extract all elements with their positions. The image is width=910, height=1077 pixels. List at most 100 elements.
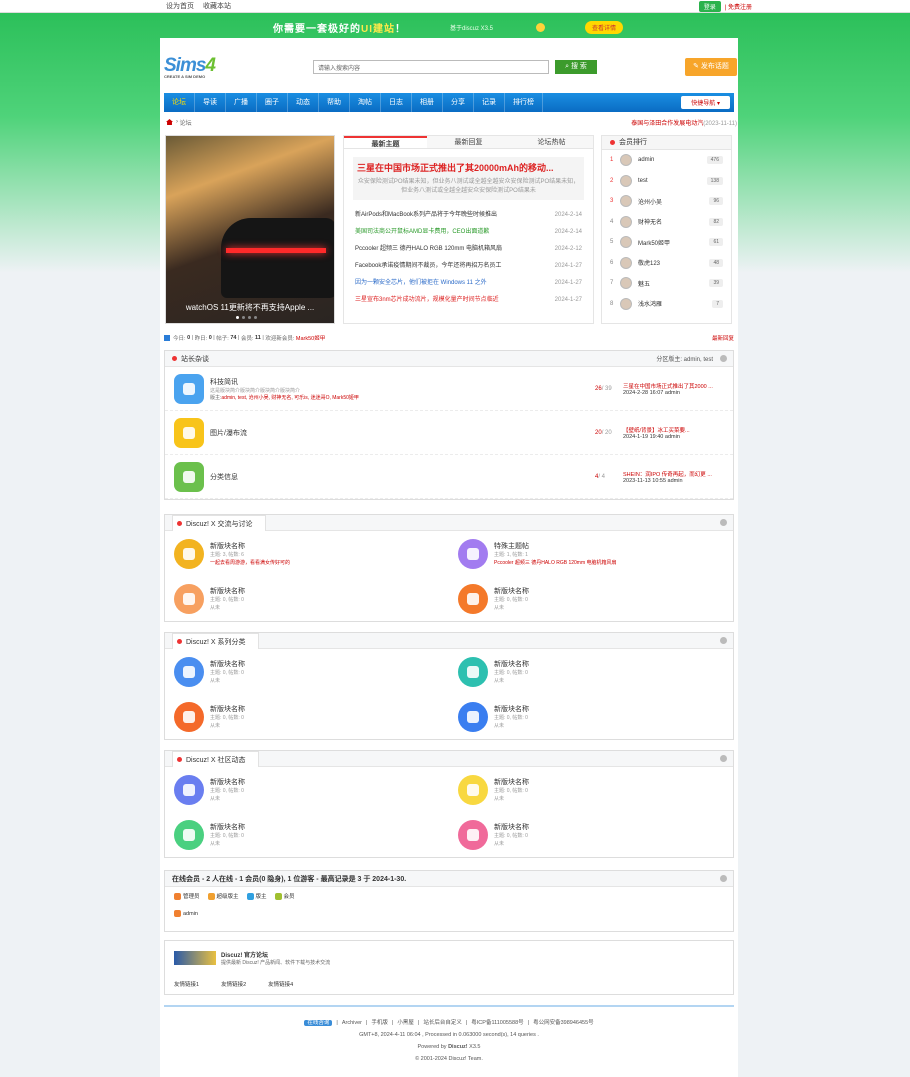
forum-cell[interactable]: 新版块名称 主题: 3, 帖数: 6 一起去看周游游，看看满女传好可的 <box>165 531 449 576</box>
view-details-button[interactable]: 查看详情 <box>585 20 624 34</box>
section-tab[interactable]: Discuz! X 社区动态 <box>172 751 259 767</box>
login-button[interactable]: 登录 <box>698 0 721 12</box>
thread-title[interactable]: 三星宣布3nm芯片成功流片，规模化量产时间节点临近 <box>355 292 499 309</box>
crumb-current[interactable]: 论坛 <box>180 118 192 127</box>
avatar[interactable] <box>620 195 632 208</box>
rank-row[interactable]: 7 魅五 39 <box>602 273 731 294</box>
friend-link[interactable]: 友情链接1 <box>174 980 199 988</box>
friend-link[interactable]: 友情链接2 <box>221 980 246 988</box>
search-input[interactable]: 请输入搜索内容 <box>313 60 549 74</box>
publish-button[interactable]: ✎ 发布话题 <box>685 58 737 76</box>
newest-reply-link[interactable]: 最新回复 <box>712 334 734 342</box>
slide-dot[interactable] <box>242 316 245 319</box>
forum-name[interactable]: 新版块名称 <box>494 822 529 832</box>
forum-cell[interactable]: 新版块名称 主题: 0, 帖数: 0 从未 <box>449 649 733 694</box>
forum-icon[interactable] <box>458 774 488 805</box>
hot-title[interactable]: 三星在中国市场正式推出了其20000mAh的移动... <box>357 161 580 174</box>
forum-cell[interactable]: 新版块名称 主题: 0, 帖数: 0 从未 <box>165 812 449 857</box>
rank-row[interactable]: 4 财神无名 82 <box>602 212 731 233</box>
avatar[interactable] <box>620 277 632 290</box>
footer-link[interactable]: 站长后台自定义 <box>423 1020 462 1026</box>
collapse-icon[interactable] <box>720 755 727 762</box>
rank-row[interactable]: 1 admin 476 <box>602 150 731 171</box>
forum-name[interactable]: 新版块名称 <box>210 822 245 832</box>
forum-cell[interactable]: 特殊主题帖 主题: 1, 帖数: 1 Pccooler 超频三 德丹HALO RGB… <box>449 531 733 576</box>
forum-cell[interactable]: 新版块名称 主题: 0, 帖数: 0 从未 <box>449 576 733 621</box>
forum-last[interactable]: Pccooler 超频三 德丹HALO RGB 120mm 电脑机箱风扇 <box>494 559 617 566</box>
nav-item[interactable]: 论坛 <box>164 93 195 112</box>
nav-item[interactable]: 相册 <box>412 93 443 112</box>
last-post-title[interactable]: SHEIN：润IPO 传奇再起，而幻更 ... <box>623 470 733 478</box>
forum-icon[interactable] <box>174 538 204 569</box>
rank-row[interactable]: 3 沧州小吴 96 <box>602 191 731 212</box>
rank-row[interactable]: 6 敬虎123 48 <box>602 253 731 274</box>
nav-item[interactable]: 记录 <box>474 93 505 112</box>
official-link[interactable]: Discuz! 官方论坛 提供最新 Discuz! 产品新闻、软件下载与技术交流 <box>174 950 724 966</box>
thread-row[interactable]: 三星宣布3nm芯片成功流片，规模化量产时间节点临近 2024-1-27 <box>355 292 582 309</box>
collapse-icon[interactable] <box>720 875 727 882</box>
nav-item[interactable]: 广播 <box>226 93 257 112</box>
thread-title[interactable]: 因为一颗安全芯片，他们被拒在 Windows 11 之外 <box>355 275 487 292</box>
site-logo[interactable]: Sims4 CREATE A SIM DEMO <box>164 55 216 79</box>
last-post-title[interactable]: 三星在中国市场正式推出了其2000 ... <box>623 382 733 390</box>
rank-row[interactable]: 8 浅水鸿雁 7 <box>602 294 731 315</box>
rank-name[interactable]: 沧州小吴 <box>638 197 709 206</box>
slide-dot[interactable] <box>248 316 251 319</box>
footer-link[interactable]: 粤公网安备398946455号 <box>533 1020 594 1026</box>
slide-caption[interactable]: watchOS 11更新将不再支持Apple ... <box>166 302 334 313</box>
forum-cell[interactable]: 新版块名称 主题: 0, 帖数: 0 从未 <box>165 694 449 739</box>
nav-item[interactable]: 导读 <box>195 93 226 112</box>
tab-2[interactable]: 论坛热帖 <box>510 136 593 148</box>
section-title[interactable]: 站长杂谈 <box>181 354 209 364</box>
quick-nav-button[interactable]: 快捷导航 ▾ <box>681 96 730 109</box>
avatar[interactable] <box>620 154 632 167</box>
thread-row[interactable]: 美国司法商公开鼠标AMD显卡费用，CEO出面道歉 2024-2-14 <box>355 224 582 241</box>
forum-icon[interactable] <box>458 819 488 850</box>
forum-icon[interactable] <box>458 656 488 687</box>
avatar[interactable] <box>620 236 632 249</box>
nav-item[interactable]: 分享 <box>443 93 474 112</box>
avatar[interactable] <box>620 174 632 187</box>
footer-link[interactable]: 小黑屋 <box>397 1020 414 1026</box>
rank-name[interactable]: 财神无名 <box>638 217 709 226</box>
forum-icon[interactable] <box>174 461 204 492</box>
nav-item[interactable]: 动态 <box>288 93 319 112</box>
powered-by-brand[interactable]: Discuz! <box>448 1044 468 1050</box>
tab-0[interactable]: 最新主题 <box>344 136 427 148</box>
forum-name[interactable]: 新版块名称 <box>210 659 245 669</box>
rank-row[interactable]: 2 test 138 <box>602 171 731 192</box>
online-consult-button[interactable]: 在线咨询 <box>304 1020 333 1026</box>
forum-icon[interactable] <box>174 656 204 687</box>
section-tab[interactable]: Discuz! X 系列分类 <box>172 633 259 649</box>
footer-link[interactable]: 手机版 <box>371 1020 388 1026</box>
avatar[interactable] <box>620 297 632 310</box>
forum-name[interactable]: 新版块名称 <box>494 704 529 714</box>
section-tab[interactable]: Discuz! X 交流与讨论 <box>172 515 266 531</box>
forum-mods-list[interactable]: admin, test, 沧州小吴, 财神无名, 可乐is, 迷迷哥O, Mar… <box>221 395 359 401</box>
forum-name[interactable]: 新版块名称 <box>494 586 529 596</box>
forum-name[interactable]: 特殊主题帖 <box>494 541 617 551</box>
forum-cell[interactable]: 新版块名称 主题: 0, 帖数: 0 从未 <box>165 576 449 621</box>
thread-title[interactable]: Pccooler 超频三 德丹HALO RGB 120mm 电脑机箱风扇 <box>355 241 502 258</box>
forum-icon[interactable] <box>174 373 204 404</box>
slide-dot[interactable] <box>236 316 239 319</box>
nav-item[interactable]: 圈子 <box>257 93 288 112</box>
tab-1[interactable]: 最新回复 <box>427 136 510 148</box>
collapse-icon[interactable] <box>720 519 727 526</box>
avatar[interactable] <box>620 215 632 228</box>
hot-thread[interactable]: 三星在中国市场正式推出了其20000mAh的移动... 众安保险测试PO结果未知… <box>353 157 584 200</box>
rank-name[interactable]: admin <box>638 157 707 163</box>
forum-cell[interactable]: 新版块名称 主题: 0, 帖数: 0 从未 <box>449 694 733 739</box>
online-title[interactable]: 在线会员 - 2 人在线 - 1 会员(0 隐身), 1 位游客 - 最高记录是… <box>172 874 406 884</box>
nav-item[interactable]: 排行榜 <box>505 93 543 112</box>
nav-item[interactable]: 日志 <box>381 93 412 112</box>
forum-last[interactable]: 一起去看周游游，看看满女传好可的 <box>210 559 290 566</box>
footer-link[interactable]: Archiver <box>342 1020 362 1026</box>
forum-name[interactable]: 新版块名称 <box>210 541 290 551</box>
image-slider[interactable]: watchOS 11更新将不再支持Apple ... <box>165 135 335 324</box>
announcement[interactable]: 泰国与泽田合作发展电动汽(2023-11-11) <box>631 118 737 127</box>
forum-name[interactable]: 新版块名称 <box>494 659 529 669</box>
thread-row[interactable]: Facebook承诺疫情期间不裁员，今年还将再招万名员工 2024-1-27 <box>355 258 582 275</box>
rank-name[interactable]: 敬虎123 <box>638 258 709 267</box>
rank-name[interactable]: Mark50姬甲 <box>638 238 709 247</box>
